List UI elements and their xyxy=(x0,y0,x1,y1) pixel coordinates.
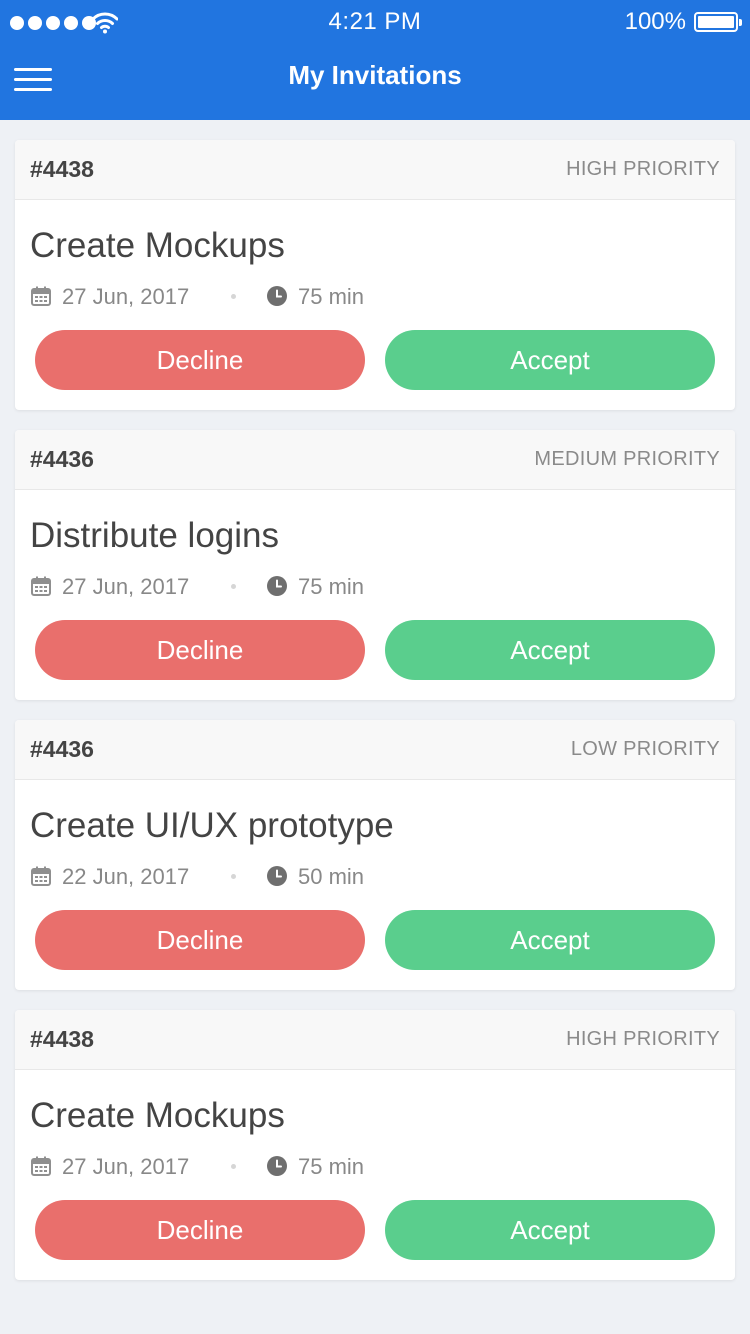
clock-icon xyxy=(267,576,287,596)
decline-button[interactable]: Decline xyxy=(35,1200,365,1260)
page-title: My Invitations xyxy=(288,60,462,90)
priority-label: MEDIUM PRIORITY xyxy=(534,448,720,470)
priority-label: HIGH PRIORITY xyxy=(566,158,720,180)
calendar-icon xyxy=(31,1156,51,1176)
accept-button[interactable]: Accept xyxy=(385,1200,715,1260)
invitation-title: Create Mockups xyxy=(30,1096,285,1135)
invitation-id: #4436 xyxy=(30,736,94,762)
invitation-date: 22 Jun, 2017 xyxy=(62,864,190,889)
card-header: #4436 MEDIUM PRIORITY xyxy=(15,430,735,490)
invitation-date: 27 Jun, 2017 xyxy=(62,1154,190,1179)
invitation-duration: 75 min xyxy=(298,1154,365,1179)
priority-label: HIGH PRIORITY xyxy=(566,1028,720,1050)
status-bar: 4:21 PM 100% xyxy=(0,0,750,46)
meta-separator xyxy=(231,584,236,589)
invitation-date: 27 Jun, 2017 xyxy=(62,284,190,309)
invitation-title: Create UI/UX prototype xyxy=(30,806,394,845)
clock-icon xyxy=(267,1156,287,1176)
invitation-id: #4438 xyxy=(30,1026,94,1052)
accept-button[interactable]: Accept xyxy=(385,330,715,390)
app-header: 4:21 PM 100% My Invitations xyxy=(0,0,750,120)
calendar-icon xyxy=(31,576,51,596)
decline-button[interactable]: Decline xyxy=(35,910,365,970)
decline-button[interactable]: Decline xyxy=(35,620,365,680)
invitation-id: #4438 xyxy=(30,156,94,182)
card-header: #4438 HIGH PRIORITY xyxy=(15,1010,735,1070)
invitation-duration: 50 min xyxy=(298,864,365,889)
calendar-icon xyxy=(31,286,51,306)
battery-percentage: 100% xyxy=(624,8,686,35)
invitation-card: #4438 HIGH PRIORITY Create Mockups 27 Ju… xyxy=(15,1010,735,1280)
invitation-card: #4436 MEDIUM PRIORITY Distribute logins … xyxy=(15,430,735,700)
invitation-date: 27 Jun, 2017 xyxy=(62,574,190,599)
invitation-title: Distribute logins xyxy=(30,516,279,555)
calendar-icon xyxy=(31,866,51,886)
clock-icon xyxy=(267,286,287,306)
accept-button[interactable]: Accept xyxy=(385,620,715,680)
meta-separator xyxy=(231,1164,236,1169)
priority-label: LOW PRIORITY xyxy=(570,738,720,760)
decline-button[interactable]: Decline xyxy=(35,330,365,390)
meta-separator xyxy=(231,874,236,879)
invitation-title: Create Mockups xyxy=(30,226,285,265)
invitation-id: #4436 xyxy=(30,446,94,472)
card-header: #4436 LOW PRIORITY xyxy=(15,720,735,780)
invitation-duration: 75 min xyxy=(298,284,365,309)
invitation-card: #4436 LOW PRIORITY Create UI/UX prototyp… xyxy=(15,720,735,990)
accept-button[interactable]: Accept xyxy=(385,910,715,970)
card-header: #4438 HIGH PRIORITY xyxy=(15,140,735,200)
battery-icon xyxy=(694,12,742,32)
invitation-duration: 75 min xyxy=(298,574,365,599)
invitation-card: #4438 HIGH PRIORITY Create Mockups 27 Ju… xyxy=(15,140,735,410)
meta-separator xyxy=(231,294,236,299)
clock-icon xyxy=(267,866,287,886)
